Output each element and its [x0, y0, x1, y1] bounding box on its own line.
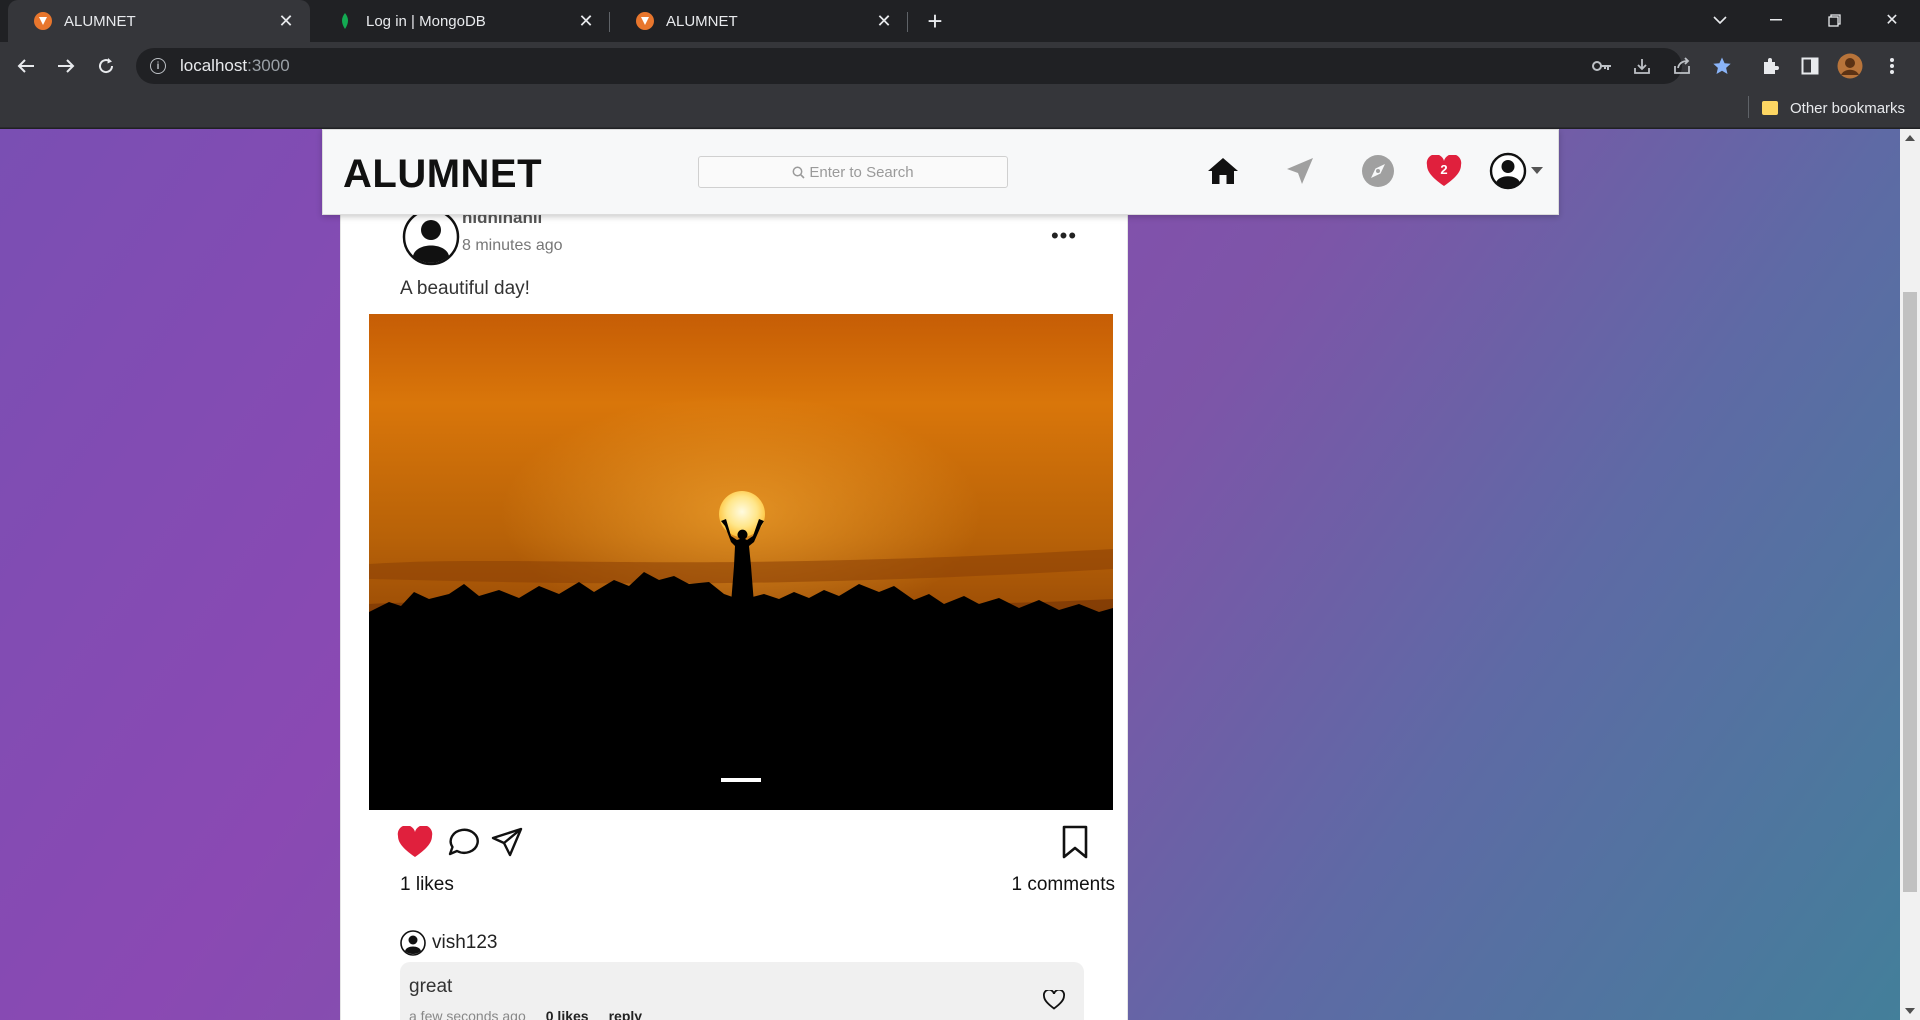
comment-button[interactable]: [443, 822, 483, 862]
close-tab-icon[interactable]: ✕: [274, 9, 298, 33]
home-icon: [1208, 158, 1238, 184]
close-window-button[interactable]: ✕: [1864, 0, 1920, 40]
bookmarks-separator: [1748, 96, 1749, 118]
minimize-button[interactable]: [1748, 0, 1804, 40]
password-key-icon[interactable]: [1588, 52, 1616, 80]
browser-toolbar: i localhost :3000: [0, 42, 1920, 88]
url-port: :3000: [247, 56, 290, 75]
bookmark-icon: [1062, 825, 1088, 859]
commenter-avatar-icon[interactable]: [400, 930, 426, 956]
share-icon[interactable]: [1668, 52, 1696, 80]
tab-title: Log in | MongoDB: [366, 12, 486, 30]
comment-likes[interactable]: 0 likes: [546, 1008, 589, 1020]
chrome-menu-icon[interactable]: [1878, 52, 1906, 80]
tab-search-chevron-icon[interactable]: [1692, 0, 1748, 40]
heart-outline-icon: [1043, 990, 1065, 1010]
mongodb-leaf-icon: [336, 12, 354, 30]
carousel-indicator[interactable]: [721, 778, 761, 782]
comment-author[interactable]: vish123: [432, 932, 498, 954]
comment-header: vish123: [400, 930, 498, 956]
post-image[interactable]: [369, 314, 1113, 810]
post-actions: [397, 822, 1088, 862]
extensions-puzzle-icon[interactable]: [1756, 52, 1784, 80]
profile-menu-button[interactable]: [1486, 152, 1546, 190]
reply-link[interactable]: reply: [609, 1008, 642, 1020]
send-plane-icon: [1287, 158, 1313, 184]
tab-mongodb[interactable]: Log in | MongoDB ✕: [310, 0, 610, 42]
reload-button[interactable]: [90, 50, 122, 82]
other-bookmarks-label: Other bookmarks: [1790, 99, 1906, 117]
comment-meta: a few seconds ago 0 likes reply: [409, 1008, 642, 1020]
search-input[interactable]: Enter to Search: [698, 156, 1008, 188]
page-scrollbar[interactable]: [1900, 129, 1920, 1020]
comment-like-button[interactable]: [1040, 986, 1068, 1014]
post-caption: A beautiful day!: [400, 278, 530, 299]
speech-bubble-icon: [448, 828, 479, 856]
notification-count: 2: [1440, 162, 1448, 177]
restore-button[interactable]: [1806, 0, 1862, 40]
messages-button[interactable]: [1281, 152, 1319, 190]
other-bookmarks-button[interactable]: Other bookmarks: [1762, 96, 1905, 120]
post-timestamp: 8 minutes ago: [462, 237, 563, 254]
tab-title: ALUMNET: [64, 12, 136, 30]
notifications-button[interactable]: 2: [1425, 152, 1463, 190]
install-app-icon[interactable]: [1628, 52, 1656, 80]
more-options-button[interactable]: •••: [1049, 223, 1079, 248]
like-button[interactable]: [395, 822, 435, 862]
comment-time: a few seconds ago: [409, 1008, 526, 1020]
url-host: localhost: [180, 56, 248, 75]
share-button[interactable]: [487, 822, 527, 862]
bookmarks-bar: Other bookmarks: [0, 88, 1920, 128]
site-info-icon[interactable]: i: [150, 58, 166, 74]
tab-strip: ALUMNET ✕ Log in | MongoDB ✕ ALUMNET ✕ +…: [0, 0, 1920, 42]
close-tab-icon[interactable]: ✕: [872, 9, 896, 33]
app-header: ALUMNET Enter to Search 2: [322, 129, 1559, 215]
user-circle-icon: [1489, 152, 1527, 190]
new-tab-button[interactable]: +: [920, 6, 950, 36]
profile-avatar-icon[interactable]: [1836, 52, 1864, 80]
folder-icon: [1762, 101, 1778, 115]
sunset-silhouette-image: [369, 314, 1113, 810]
explore-button[interactable]: [1359, 152, 1397, 190]
save-button[interactable]: [1055, 822, 1095, 862]
scroll-down-arrow-icon[interactable]: [1905, 1008, 1915, 1014]
close-tab-icon[interactable]: ✕: [574, 9, 598, 33]
tab-alumnet[interactable]: ALUMNET ✕: [610, 0, 908, 42]
tab-separator: [907, 12, 908, 32]
bookmark-star-icon[interactable]: [1708, 52, 1736, 80]
comment-bubble: great a few seconds ago 0 likes reply: [400, 962, 1084, 1020]
side-panel-icon[interactable]: [1796, 52, 1824, 80]
paper-plane-icon: [491, 827, 523, 857]
forward-button[interactable]: [50, 50, 82, 82]
scrollbar-thumb[interactable]: [1903, 292, 1917, 892]
alumnet-favicon-icon: [636, 12, 654, 30]
scroll-up-arrow-icon[interactable]: [1905, 135, 1915, 141]
post-card: nidhinanil 8 minutes ago ••• A beautiful…: [340, 129, 1128, 1020]
back-button[interactable]: [10, 50, 42, 82]
comments-count[interactable]: 1 comments: [973, 874, 1115, 896]
search-placeholder: Enter to Search: [809, 163, 914, 181]
user-avatar-icon[interactable]: [402, 208, 460, 266]
page-viewport: nidhinanil 8 minutes ago ••• A beautiful…: [0, 129, 1900, 1020]
search-icon: [792, 166, 805, 179]
compass-icon: [1362, 155, 1394, 187]
comment-text: great: [409, 976, 453, 997]
tab-alumnet-active[interactable]: ALUMNET ✕: [8, 0, 310, 42]
heart-filled-icon: [397, 826, 433, 857]
alumnet-favicon-icon: [34, 12, 52, 30]
brand-logo[interactable]: ALUMNET: [343, 152, 542, 197]
caret-down-icon: [1531, 167, 1543, 174]
likes-count[interactable]: 1 likes: [400, 874, 454, 896]
tab-title: ALUMNET: [666, 12, 738, 30]
address-bar[interactable]: i localhost :3000: [136, 48, 1682, 84]
home-button[interactable]: [1204, 152, 1242, 190]
